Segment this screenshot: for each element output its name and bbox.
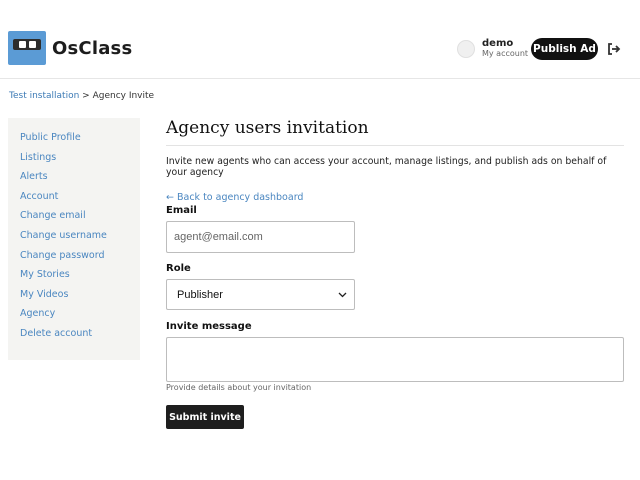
logout-icon[interactable] — [607, 42, 621, 56]
avatar — [457, 40, 475, 58]
sidebar-item-my-stories[interactable]: My Stories — [8, 267, 140, 287]
role-label: Role — [166, 263, 191, 274]
page-title: Agency users invitation — [166, 116, 624, 146]
sidebar-item-account[interactable]: Account — [8, 189, 140, 209]
role-select[interactable]: Publisher — [166, 279, 355, 310]
submit-invite-button[interactable]: Submit invite — [166, 405, 244, 429]
user-account-menu[interactable]: demo My account — [457, 39, 528, 59]
breadcrumb-home-link[interactable]: Test installation — [9, 91, 79, 101]
user-name: demo — [482, 38, 514, 49]
invite-message-textarea[interactable] — [166, 337, 624, 382]
back-to-dashboard-link[interactable]: ← Back to agency dashboard — [166, 192, 624, 203]
sidebar-item-change-username[interactable]: Change username — [8, 228, 140, 248]
breadcrumb-separator: > — [82, 91, 90, 101]
message-label: Invite message — [166, 321, 252, 332]
breadcrumb-current: Agency Invite — [92, 91, 155, 101]
sidebar-item-public-profile[interactable]: Public Profile — [8, 130, 140, 150]
role-selected-value: Publisher — [177, 288, 223, 301]
sidebar-item-my-videos[interactable]: My Videos — [8, 287, 140, 307]
site-logo[interactable]: OsClass — [8, 31, 132, 65]
intro-text: Invite new agents who can access your ac… — [166, 156, 607, 178]
main-content: Agency users invitation Invite new agent… — [166, 116, 624, 203]
sidebar-item-change-email[interactable]: Change email — [8, 208, 140, 228]
sidebar-item-delete-account[interactable]: Delete account — [8, 326, 140, 346]
chevron-down-icon — [338, 292, 347, 297]
account-sidebar: Public Profile Listings Alerts Account C… — [8, 118, 140, 360]
site-header: OsClass demo My account Publish Ad — [0, 0, 640, 79]
email-label: Email — [166, 205, 197, 216]
sidebar-item-alerts[interactable]: Alerts — [8, 169, 140, 189]
sidebar-item-agency[interactable]: Agency — [8, 306, 140, 326]
publish-ad-button[interactable]: Publish Ad — [531, 38, 598, 60]
logo-mark-icon — [8, 31, 46, 65]
user-account-label: My account — [482, 49, 529, 58]
sidebar-item-change-password[interactable]: Change password — [8, 248, 140, 268]
email-field[interactable] — [166, 221, 355, 253]
message-help-text: Provide details about your invitation — [166, 383, 312, 392]
breadcrumb: Test installation > Agency Invite — [9, 91, 154, 101]
sidebar-item-listings[interactable]: Listings — [8, 150, 140, 170]
logo-text: OsClass — [52, 37, 133, 59]
